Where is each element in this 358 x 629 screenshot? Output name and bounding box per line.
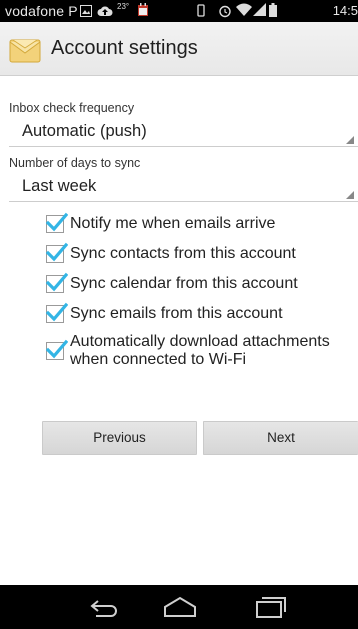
previous-button[interactable]: Previous <box>42 421 197 455</box>
sync-calendar-checkbox[interactable] <box>46 272 68 293</box>
sync-emails-checkbox[interactable] <box>46 302 68 323</box>
days-to-sync-spinner[interactable]: Last week <box>9 174 358 202</box>
sync-emails-option[interactable]: Sync emails from this account <box>46 302 358 326</box>
recent-apps-icon[interactable] <box>254 594 288 625</box>
home-icon[interactable] <box>162 594 198 625</box>
dropdown-triangle-icon <box>346 191 354 199</box>
image-notification-icon <box>80 4 92 20</box>
sync-emails-label: Sync emails from this account <box>70 305 283 322</box>
sync-calendar-label: Sync calendar from this account <box>70 275 298 292</box>
notify-emails-option[interactable]: Notify me when emails arrive <box>46 212 358 236</box>
auto-download-option[interactable]: Automatically download attachments when … <box>46 331 358 371</box>
vibrate-icon <box>196 4 206 20</box>
navigation-bar <box>0 585 358 629</box>
calendar-notification-icon <box>137 3 149 20</box>
days-to-sync-label: Number of days to sync <box>9 156 141 170</box>
status-bar: vodafone P 23° 14:5 <box>0 0 358 22</box>
status-clock: 14:5 <box>332 3 358 18</box>
auto-download-label-line1: Automatically download attachments <box>70 333 330 350</box>
inbox-check-value: Automatic (push) <box>22 122 147 140</box>
carrier-name: vodafone P <box>5 3 78 19</box>
signal-icon <box>253 3 267 20</box>
dropdown-triangle-icon <box>346 136 354 144</box>
auto-download-label-line2: when connected to Wi-Fi <box>70 351 247 368</box>
page-title: Account settings <box>51 37 198 59</box>
sync-calendar-option[interactable]: Sync calendar from this account <box>46 272 358 296</box>
wifi-icon <box>236 3 252 20</box>
sync-contacts-label: Sync contacts from this account <box>70 245 296 262</box>
sync-contacts-checkbox[interactable] <box>46 242 68 263</box>
alarm-icon <box>218 4 232 21</box>
inbox-check-spinner[interactable]: Automatic (push) <box>9 119 358 147</box>
cloud-upload-icon <box>97 4 113 20</box>
action-bar: Account settings <box>0 22 358 76</box>
inbox-check-label: Inbox check frequency <box>9 101 135 115</box>
next-button[interactable]: Next <box>203 421 358 455</box>
notify-emails-label: Notify me when emails arrive <box>70 215 276 232</box>
days-to-sync-value: Last week <box>22 177 97 195</box>
mail-envelope-icon <box>9 36 41 64</box>
sync-contacts-option[interactable]: Sync contacts from this account <box>46 242 358 266</box>
back-icon[interactable] <box>87 594 119 625</box>
notify-emails-checkbox[interactable] <box>46 212 68 233</box>
battery-icon <box>269 3 277 20</box>
auto-download-checkbox[interactable] <box>46 339 68 360</box>
temperature-text: 23° <box>117 2 130 11</box>
